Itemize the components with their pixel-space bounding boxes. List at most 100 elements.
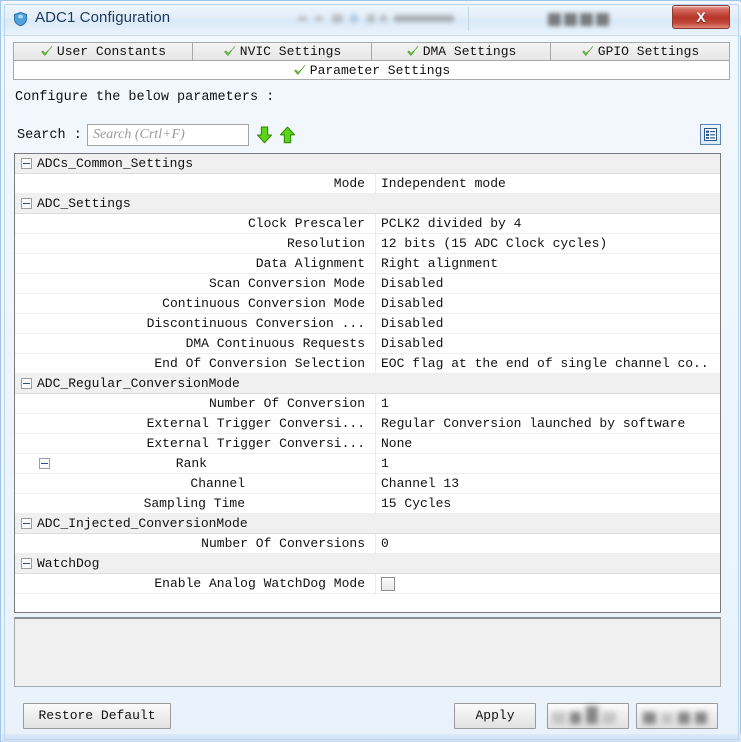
column-separator — [375, 474, 376, 494]
tab-parameter-settings[interactable]: Parameter Settings — [13, 61, 730, 80]
parameter-row[interactable]: External Trigger Conversi... None — [15, 434, 720, 454]
list-view-toggle-button[interactable] — [700, 124, 721, 145]
cancel-button[interactable] — [636, 703, 718, 729]
parameter-value[interactable] — [381, 576, 711, 592]
redacted-titlebar-label-3 — [580, 13, 593, 26]
tab-label: DMA Settings — [422, 44, 517, 59]
parameter-value[interactable]: Independent mode — [381, 176, 711, 192]
parameter-value[interactable]: 1 — [381, 396, 711, 412]
parameter-name: Scan Conversion Mode — [208, 276, 365, 291]
apply-button[interactable]: Apply — [454, 703, 536, 729]
column-separator — [375, 254, 376, 274]
parameter-row[interactable]: Data Alignment Right alignment — [15, 254, 720, 274]
search-input[interactable] — [87, 124, 249, 146]
parameter-value[interactable]: Regular Conversion launched by software — [381, 416, 711, 432]
parameter-name: ADC_Settings — [37, 196, 131, 211]
parameter-value[interactable]: Right alignment — [381, 256, 711, 272]
parameter-name: ADC_Injected_ConversionMode — [37, 516, 248, 531]
parameter-group-row[interactable]: ADC_Injected_ConversionMode — [15, 514, 720, 534]
parameter-value[interactable]: EOC flag at the end of single channel co… — [381, 356, 711, 372]
parameter-value[interactable]: 0 — [381, 536, 711, 552]
parameter-name: DMA Continuous Requests — [185, 336, 365, 351]
parameter-name: WatchDog — [37, 556, 100, 571]
redacted-titlebar-label-2 — [564, 13, 577, 26]
parameter-row[interactable]: Enable Analog WatchDog Mode — [15, 574, 720, 594]
redacted-titlebar-content-2 — [315, 16, 323, 21]
parameter-name: Channel — [190, 476, 245, 491]
parameter-name: End Of Conversion Selection — [154, 356, 365, 371]
window-bottom-edge — [2, 734, 741, 742]
redacted-titlebar-content-5 — [367, 14, 375, 23]
column-separator — [375, 414, 376, 434]
restore-default-button[interactable]: Restore Default — [23, 703, 171, 729]
parameter-row[interactable]: Mode Independent mode — [15, 174, 720, 194]
close-button[interactable]: X — [672, 5, 730, 29]
column-separator — [375, 534, 376, 554]
green-check-icon — [582, 45, 593, 56]
shield-icon — [14, 11, 27, 27]
parameter-row[interactable]: DMA Continuous Requests Disabled — [15, 334, 720, 354]
parameter-name: External Trigger Conversi... — [146, 416, 365, 431]
parameter-name: Mode — [333, 176, 365, 191]
parameter-row[interactable]: Sampling Time 15 Cycles — [15, 494, 720, 514]
expander-collapse-icon[interactable] — [21, 518, 32, 529]
green-check-icon — [224, 45, 235, 56]
parameter-value[interactable]: 12 bits (15 ADC Clock cycles) — [381, 236, 711, 252]
column-separator — [375, 394, 376, 414]
window-title: ADC1 Configuration — [35, 9, 171, 26]
parameter-group-row[interactable]: ADCs_Common_Settings — [15, 154, 720, 174]
parameter-name: Sampling Time — [143, 496, 245, 511]
parameter-value[interactable]: Disabled — [381, 316, 711, 332]
parameter-group-row[interactable]: ADC_Settings — [15, 194, 720, 214]
tab-dma-settings[interactable]: DMA Settings — [372, 42, 551, 61]
tab-nvic-settings[interactable]: NVIC Settings — [193, 42, 372, 61]
parameter-value[interactable]: Disabled — [381, 336, 711, 352]
parameter-value[interactable]: 15 Cycles — [381, 496, 711, 512]
adc1-configuration-window: ADC1 Configuration X User Constants NVIC… — [0, 0, 741, 742]
column-separator — [375, 374, 376, 394]
parameter-value[interactable]: PCLK2 divided by 4 — [381, 216, 711, 232]
tab-label: GPIO Settings — [597, 44, 700, 59]
search-next-button[interactable] — [256, 126, 273, 144]
tab-strip: User Constants NVIC Settings DMA Setting… — [13, 42, 730, 80]
parameter-value[interactable]: 1 — [381, 456, 711, 472]
parameter-row[interactable]: Channel Channel 13 — [15, 474, 720, 494]
green-check-icon — [294, 64, 305, 75]
parameters-grid-rows: ADCs_Common_Settings Mode Independent mode… — [15, 154, 720, 594]
parameter-group-row[interactable]: ADC_Regular_ConversionMode — [15, 374, 720, 394]
parameter-group-row[interactable]: WatchDog — [15, 554, 720, 574]
parameters-grid[interactable]: ADCs_Common_Settings Mode Independent mode… — [14, 153, 721, 613]
column-separator — [375, 214, 376, 234]
tab-gpio-settings[interactable]: GPIO Settings — [551, 42, 730, 61]
expander-collapse-icon[interactable] — [21, 378, 32, 389]
parameter-row[interactable]: Clock Prescaler PCLK2 divided by 4 — [15, 214, 720, 234]
parameter-value[interactable]: Disabled — [381, 296, 711, 312]
tab-label: Parameter Settings — [309, 62, 451, 78]
parameter-row[interactable]: Rank 1 — [15, 454, 720, 474]
expander-collapse-icon[interactable] — [21, 158, 32, 169]
column-separator — [375, 574, 376, 594]
parameter-row[interactable]: Resolution 12 bits (15 ADC Clock cycles) — [15, 234, 720, 254]
parameter-row[interactable]: Discontinuous Conversion ... Disabled — [15, 314, 720, 334]
redacted-titlebar-content-4 — [350, 14, 358, 23]
column-separator — [375, 194, 376, 214]
parameter-value[interactable]: Channel 13 — [381, 476, 711, 492]
ok-button[interactable] — [547, 703, 629, 729]
parameter-value[interactable]: Disabled — [381, 276, 711, 292]
tab-user-constants[interactable]: User Constants — [13, 42, 193, 61]
expander-collapse-icon[interactable] — [21, 198, 32, 209]
parameter-name: Clock Prescaler — [247, 216, 365, 231]
parameter-row[interactable]: External Trigger Conversi... Regular Conv… — [15, 414, 720, 434]
parameter-value[interactable]: None — [381, 436, 711, 452]
redacted-titlebar-content-1 — [298, 16, 307, 21]
parameter-row[interactable]: Continuous Conversion Mode Disabled — [15, 294, 720, 314]
parameter-row[interactable]: Number Of Conversion 1 — [15, 394, 720, 414]
parameter-row[interactable]: Number Of Conversions 0 — [15, 534, 720, 554]
parameter-checkbox[interactable] — [381, 576, 395, 591]
parameter-name: Continuous Conversion Mode — [162, 296, 365, 311]
parameter-row[interactable]: Scan Conversion Mode Disabled — [15, 274, 720, 294]
parameter-row[interactable]: End Of Conversion Selection EOC flag at t… — [15, 354, 720, 374]
expander-collapse-icon[interactable] — [21, 558, 32, 569]
search-previous-button[interactable] — [279, 126, 296, 144]
parameter-name: Rank — [175, 456, 207, 471]
